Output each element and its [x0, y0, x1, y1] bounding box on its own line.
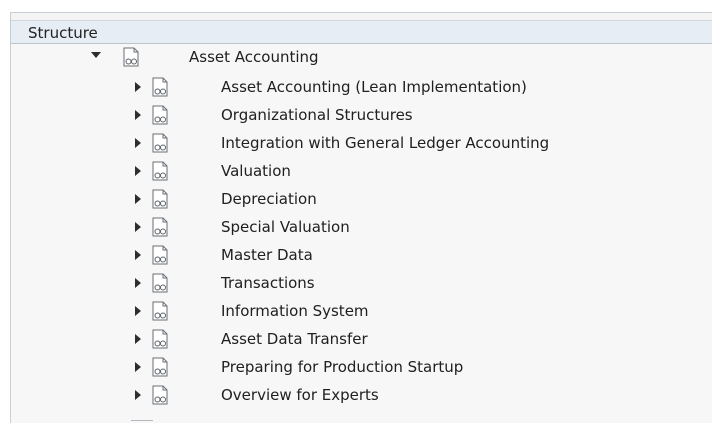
tree-node-label: Organizational Structures [221, 106, 413, 124]
tree-node-transactions[interactable]: Transactions [11, 270, 712, 297]
collapsed-arrow-icon[interactable] [135, 306, 141, 316]
document-glasses-icon [152, 133, 168, 153]
tree-node-label: Asset Accounting (Lean Implementation) [221, 78, 527, 96]
structure-header: Structure [11, 20, 712, 44]
collapsed-arrow-icon[interactable] [135, 390, 141, 400]
tree-node-master-data[interactable]: Master Data [11, 242, 712, 269]
document-glasses-icon [152, 385, 168, 405]
tree-node-label: Master Data [221, 246, 313, 264]
collapsed-arrow-icon[interactable] [135, 222, 141, 232]
collapsed-arrow-icon[interactable] [135, 334, 141, 344]
tree-node-label: Asset Data Transfer [221, 330, 368, 348]
tree-node-label: Asset Accounting [189, 48, 319, 66]
structure-header-title: Structure [28, 24, 98, 42]
asset-accounting-structure-screen: { "header": { "title": "Structure" }, "t… [0, 0, 712, 423]
tree-node-special-valuation[interactable]: Special Valuation [11, 214, 712, 241]
collapsed-arrow-icon[interactable] [135, 110, 141, 120]
expanded-arrow-icon[interactable] [91, 52, 101, 58]
document-glasses-icon [152, 161, 168, 181]
tree-node-information-system[interactable]: Information System [11, 298, 712, 325]
collapsed-arrow-icon[interactable] [135, 138, 141, 148]
tree-node-valuation[interactable]: Valuation [11, 158, 712, 185]
document-glasses-icon [152, 189, 168, 209]
tree-node-asset-data-transfer[interactable]: Asset Data Transfer [11, 326, 712, 353]
tree-node-label: Integration with General Ledger Accounti… [221, 134, 550, 152]
collapsed-arrow-icon[interactable] [135, 250, 141, 260]
tree-node-label: Depreciation [221, 190, 317, 208]
tree-node-integration-general-ledger[interactable]: Integration with General Ledger Accounti… [11, 130, 712, 157]
document-glasses-icon [152, 329, 168, 349]
tree-node-label: Transactions [221, 274, 315, 292]
tree-node-preparing-production-startup[interactable]: Preparing for Production Startup [11, 354, 712, 381]
structure-tree: Asset Accounting Asset Accounting (Lean … [11, 44, 712, 423]
tree-node-label: Valuation [221, 162, 291, 180]
document-glasses-icon [152, 301, 168, 321]
tree-node-asset-accounting-lean[interactable]: Asset Accounting (Lean Implementation) [11, 74, 712, 101]
tree-node-label: Overview for Experts [221, 386, 379, 404]
collapsed-arrow-icon[interactable] [135, 166, 141, 176]
document-glasses-icon [123, 47, 139, 67]
tree-node-overview-for-experts[interactable]: Overview for Experts [11, 382, 712, 409]
collapsed-arrow-icon[interactable] [135, 278, 141, 288]
document-glasses-icon [152, 245, 168, 265]
document-glasses-icon [152, 217, 168, 237]
document-glasses-icon [152, 105, 168, 125]
document-glasses-icon [152, 357, 168, 377]
collapsed-arrow-icon[interactable] [135, 362, 141, 372]
collapsed-arrow-icon[interactable] [135, 82, 141, 92]
tree-node-label: Special Valuation [221, 218, 350, 236]
collapsed-arrow-icon[interactable] [135, 194, 141, 204]
tree-node-asset-accounting[interactable]: Asset Accounting [11, 44, 712, 71]
document-glasses-icon [152, 273, 168, 293]
tree-node-organizational-structures[interactable]: Organizational Structures [11, 102, 712, 129]
document-glasses-icon [152, 77, 168, 97]
tree-node-label: Preparing for Production Startup [221, 358, 464, 376]
tree-node-label: Information System [221, 302, 369, 320]
tree-node-depreciation[interactable]: Depreciation [11, 186, 712, 213]
